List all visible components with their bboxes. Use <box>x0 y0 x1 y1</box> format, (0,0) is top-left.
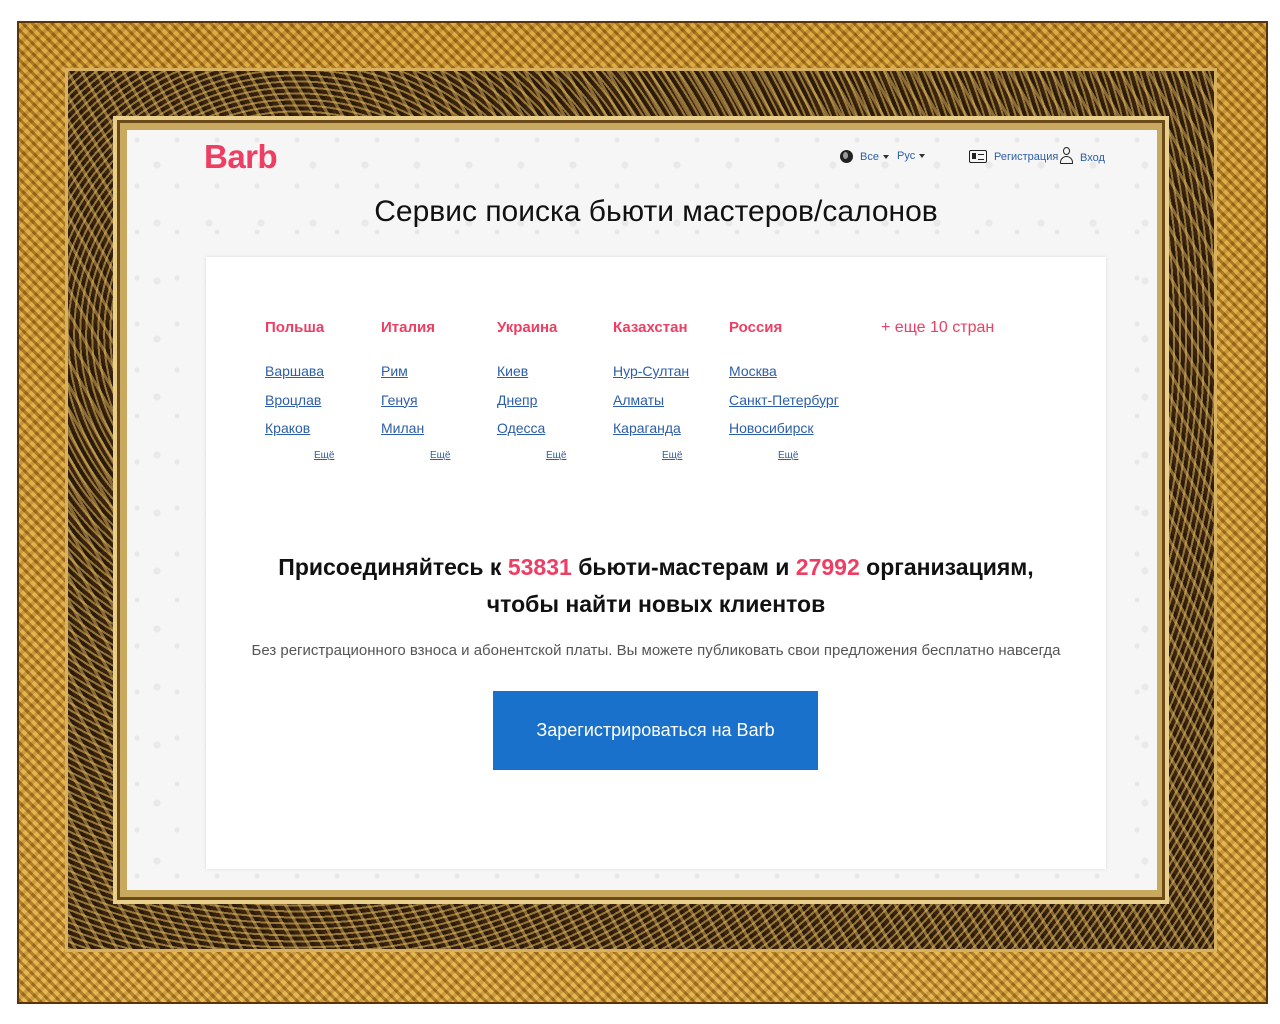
register-link[interactable]: Регистрация <box>969 150 1058 163</box>
login-label[interactable]: Вход <box>1080 152 1105 164</box>
city-link[interactable]: Новосибирск <box>729 419 845 448</box>
city-link[interactable]: Днепр <box>497 391 613 420</box>
country-link[interactable]: Украина <box>497 319 613 336</box>
login-link[interactable]: Вход <box>1060 147 1105 165</box>
country-column-kazakhstan: Казахстан Нур-Султан Алматы Караганда Ещ… <box>613 319 729 461</box>
organizations-count: 27992 <box>795 554 860 580</box>
caret-down-icon <box>882 154 889 159</box>
web-page: Barb Все Рус Регистрация Вход Сервис пои… <box>127 130 1157 890</box>
country-link[interactable]: Италия <box>381 319 497 336</box>
country-link[interactable]: Казахстан <box>613 319 729 336</box>
city-link[interactable]: Генуя <box>381 391 497 420</box>
city-link[interactable]: Одесса <box>497 419 613 448</box>
register-label[interactable]: Регистрация <box>994 151 1058 163</box>
city-link[interactable]: Алматы <box>613 391 729 420</box>
globe-icon <box>840 150 853 163</box>
country-column-italy: Италия Рим Генуя Милан Ещё <box>381 319 497 461</box>
more-cities-link[interactable]: Ещё <box>778 450 845 461</box>
logo[interactable]: Barb <box>204 138 278 176</box>
join-suffix: организациям, <box>866 554 1034 580</box>
more-cities-link[interactable]: Ещё <box>662 450 729 461</box>
city-link[interactable]: Нур-Султан <box>613 362 729 391</box>
caret-down-icon <box>919 154 926 158</box>
more-cities-link[interactable]: Ещё <box>314 450 381 461</box>
join-heading: Присоединяйтесь к 53831 бьюти-мастерам и… <box>206 549 1106 623</box>
join-prefix: Присоединяйтесь к <box>278 554 502 580</box>
region-filter-label[interactable]: Все <box>860 151 879 163</box>
language-label[interactable]: Рус <box>897 150 915 162</box>
content-card: Польша Варшава Вроцлав Краков Ещё Италия… <box>206 257 1106 869</box>
page-title: Сервис поиска бьюти мастеров/салонов <box>374 195 938 228</box>
country-link[interactable]: Польша <box>265 319 381 336</box>
more-cities-link[interactable]: Ещё <box>430 450 497 461</box>
country-column-ukraine: Украина Киев Днепр Одесса Ещё <box>497 319 613 461</box>
more-cities-link[interactable]: Ещё <box>546 450 613 461</box>
no-fee-notice: Без регистрационного взноса и абонентско… <box>251 642 1061 659</box>
city-link[interactable]: Милан <box>381 419 497 448</box>
masters-count: 53831 <box>507 554 572 580</box>
country-link[interactable]: Россия <box>729 319 845 336</box>
city-link[interactable]: Краков <box>265 419 381 448</box>
more-countries-link[interactable]: + еще 10 стран <box>881 319 994 337</box>
country-column-poland: Польша Варшава Вроцлав Краков Ещё <box>265 319 381 461</box>
city-link[interactable]: Санкт-Петербург <box>729 391 845 420</box>
city-link[interactable]: Варшава <box>265 362 381 391</box>
register-button[interactable]: Зарегистрироваться на Barb <box>493 691 818 770</box>
language-select[interactable]: Рус <box>897 150 926 162</box>
id-card-icon <box>969 150 987 163</box>
join-middle: бьюти-мастерам и <box>578 554 790 580</box>
city-link[interactable]: Вроцлав <box>265 391 381 420</box>
city-link[interactable]: Москва <box>729 362 845 391</box>
city-link[interactable]: Рим <box>381 362 497 391</box>
city-link[interactable]: Караганда <box>613 419 729 448</box>
country-column-russia: Россия Москва Санкт-Петербург Новосибирс… <box>729 319 845 461</box>
user-icon <box>1060 147 1074 165</box>
region-filter[interactable]: Все <box>840 150 889 163</box>
city-link[interactable]: Киев <box>497 362 613 391</box>
join-line-2: чтобы найти новых клиентов <box>486 591 826 617</box>
